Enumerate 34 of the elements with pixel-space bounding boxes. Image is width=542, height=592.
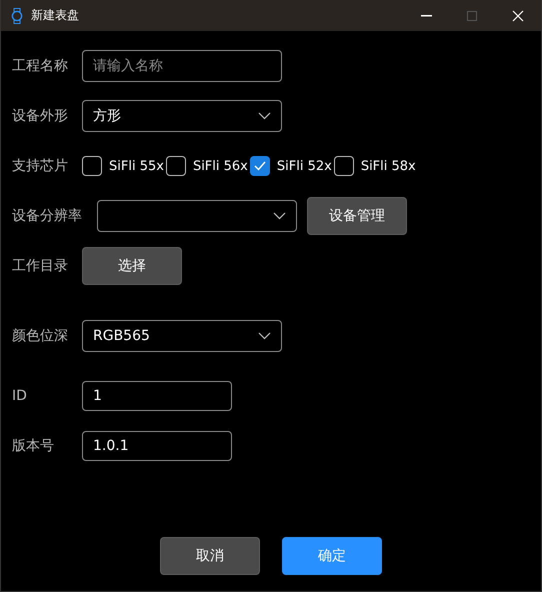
minimize-icon	[420, 14, 432, 16]
close-icon	[512, 10, 524, 22]
field-label: ID	[12, 388, 28, 404]
cancel-button[interactable]: 取消	[160, 537, 260, 575]
field-label: 支持芯片	[12, 157, 69, 175]
checkbox[interactable]	[250, 156, 270, 176]
checkbox-label: SiFli 55x	[109, 158, 164, 174]
chevron-down-icon	[258, 332, 271, 340]
checkbox-label: SiFli 58x	[360, 158, 416, 174]
dropdown[interactable]	[97, 200, 297, 232]
chevron-down-icon	[258, 112, 271, 120]
dropdown[interactable]: 方形	[82, 100, 282, 132]
text-input[interactable]: 1	[82, 381, 232, 411]
checkbox-label: SiFli 52x	[276, 158, 332, 174]
checkbox[interactable]	[166, 156, 186, 176]
maximize-icon	[467, 10, 477, 20]
checkmark-icon	[254, 161, 266, 171]
chevron-down-icon	[273, 212, 286, 220]
manage-button[interactable]: 设备管理	[307, 197, 407, 235]
checkbox-label: SiFli 56x	[192, 158, 248, 174]
name-input[interactable]: 请输入名称	[82, 50, 282, 82]
dropdown[interactable]: RGB565	[82, 320, 282, 352]
field-label: 设备分辨率	[12, 207, 82, 225]
checkbox[interactable]	[334, 156, 354, 176]
checkbox[interactable]	[82, 156, 102, 176]
watch-icon	[11, 8, 23, 24]
field-label: 工作目录	[12, 257, 69, 275]
field-label: 颜色位深	[12, 327, 69, 345]
choose-button[interactable]: 选择	[82, 247, 182, 285]
field-label: 版本号	[12, 437, 55, 455]
field-label: 设备外形	[12, 107, 69, 125]
window-title: 新建表盘	[31, 7, 80, 24]
field-label: 工程名称	[12, 57, 69, 75]
text-input[interactable]: 1.0.1	[82, 431, 232, 461]
